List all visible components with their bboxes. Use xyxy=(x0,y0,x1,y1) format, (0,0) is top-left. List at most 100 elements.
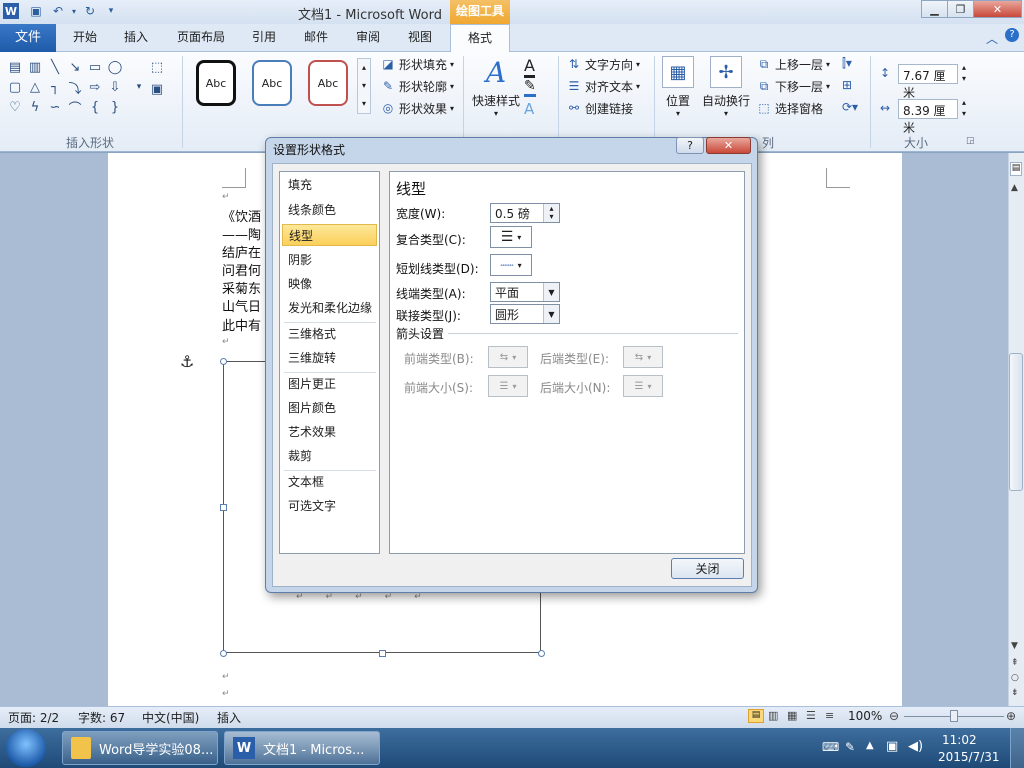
input-method-icon[interactable]: ✎ xyxy=(845,740,855,754)
line-width-spinner[interactable]: 0.5 磅 ▴ ▾ xyxy=(490,203,560,223)
shape-effects-button[interactable]: ◎ 形状效果 ▾ xyxy=(380,98,454,118)
tab-file[interactable]: 文件 xyxy=(0,24,56,52)
scroll-thumb[interactable] xyxy=(1009,353,1023,491)
curve-shape-icon[interactable]: ∽ xyxy=(46,98,64,116)
word-count[interactable]: 字数: 67 xyxy=(78,709,125,726)
resize-handle-bottom-left[interactable] xyxy=(220,650,227,657)
doc-line[interactable]: ——陶 xyxy=(222,224,261,243)
wrap-text-button[interactable]: ✢ 自动换行 ▾ xyxy=(700,56,752,118)
tab-references[interactable]: 引用 xyxy=(244,24,284,52)
elbow-arrow-shape-icon[interactable]: ⤵ xyxy=(66,78,84,97)
collapse-ribbon-icon[interactable]: ︿ xyxy=(986,30,998,47)
category-picture-corrections[interactable]: 图片更正 xyxy=(282,373,377,395)
clock-time[interactable]: 11:02 xyxy=(942,733,977,747)
resize-handle-bottom-right[interactable] xyxy=(538,650,545,657)
shapes-gallery[interactable]: ▤ ▥ ╲ ↘ ▭ ◯ ▢ △ ┐ ⤵ ⇨ ⇩ ♡ ϟ ∽ ⌒ { } ▾ ⬚ … xyxy=(6,58,176,118)
quick-styles-button[interactable]: A 快速样式 ▾ xyxy=(468,56,524,118)
category-artistic-effects[interactable]: 艺术效果 xyxy=(282,421,377,443)
scroll-down-icon[interactable]: ▼ xyxy=(1011,641,1018,651)
elbow-connector-shape-icon[interactable]: ┐ xyxy=(46,78,64,96)
show-hidden-icons-icon[interactable]: ▲ xyxy=(866,740,874,751)
browse-object-icon[interactable]: ○ xyxy=(1011,673,1019,683)
close-window-button[interactable]: ✕ xyxy=(973,0,1022,18)
zoom-slider-thumb[interactable] xyxy=(950,710,958,722)
zoom-out-icon[interactable]: ⊖ xyxy=(889,709,899,723)
height-spinner[interactable]: ▴ ▾ xyxy=(962,62,966,84)
keyboard-icon[interactable]: ⌨ xyxy=(822,740,839,754)
tab-review[interactable]: 审阅 xyxy=(348,24,388,52)
shape-style-red[interactable]: Abc xyxy=(308,60,348,106)
style-gallery-scroll[interactable]: ▴ ▾ ▾ xyxy=(357,58,371,114)
rectangle-shape-icon[interactable]: ▭ xyxy=(86,58,104,76)
network-icon[interactable]: ▣ xyxy=(886,739,898,754)
group-icon[interactable]: ⊞ xyxy=(842,78,852,92)
next-page-icon[interactable]: ⇟ xyxy=(1011,688,1019,698)
arc-shape-icon[interactable]: ⌒ xyxy=(66,98,84,117)
lightning-shape-icon[interactable]: ϟ xyxy=(26,98,44,116)
right-arrow-shape-icon[interactable]: ⇨ xyxy=(86,78,104,96)
rotate-icon[interactable]: ⟳▾ xyxy=(842,100,858,114)
category-glow-soft-edges[interactable]: 发光和柔化边缘 xyxy=(282,297,377,319)
full-screen-view-icon[interactable]: ▥ xyxy=(768,709,778,722)
line-shape-icon[interactable]: ╲ xyxy=(46,58,64,76)
text-outline-icon[interactable]: ✎ xyxy=(524,78,536,97)
show-desktop-button[interactable] xyxy=(1010,728,1024,768)
category-shadow[interactable]: 阴影 xyxy=(282,249,377,271)
dialog-close-button[interactable]: 关闭 xyxy=(671,558,744,579)
page-count[interactable]: 页面: 2/2 xyxy=(8,709,59,726)
create-link-button[interactable]: ⚯ 创建链接 xyxy=(566,98,633,118)
end-type-dropdown[interactable]: ⇆ ▾ xyxy=(623,346,663,368)
scroll-up-icon[interactable]: ▲ xyxy=(1011,183,1018,193)
doc-line[interactable]: 结庐在 xyxy=(222,242,261,261)
arrow-line-shape-icon[interactable]: ↘ xyxy=(66,58,84,76)
category-crop[interactable]: 裁剪 xyxy=(282,445,377,467)
begin-size-dropdown[interactable]: ☰ ▾ xyxy=(488,375,528,397)
tab-insert[interactable]: 插入 xyxy=(114,24,158,52)
triangle-shape-icon[interactable]: △ xyxy=(26,78,44,96)
width-spin-arrows-icon[interactable]: ▴ ▾ xyxy=(543,204,559,222)
help-icon[interactable]: ? xyxy=(1005,28,1019,42)
category-3d-rotation[interactable]: 三维旋转 xyxy=(282,347,377,369)
gallery-more-icon[interactable]: ▾ xyxy=(130,78,148,96)
edit-shape-icon[interactable]: ⬚ xyxy=(148,58,166,76)
heart-shape-icon[interactable]: ♡ xyxy=(6,98,24,116)
web-layout-view-icon[interactable]: ▦ xyxy=(787,709,797,722)
dialog-close-icon[interactable]: ✕ xyxy=(706,137,751,154)
outline-view-icon[interactable]: ☰ xyxy=(806,709,816,722)
language-indicator[interactable]: 中文(中国) xyxy=(142,709,199,726)
doc-line[interactable]: 此中有 xyxy=(222,315,261,334)
tab-view[interactable]: 视图 xyxy=(400,24,440,52)
previous-page-icon[interactable]: ⇞ xyxy=(1011,658,1019,668)
join-type-dropdown[interactable]: 圆形 ▼ xyxy=(490,304,560,324)
dialog-help-button[interactable]: ? xyxy=(676,137,704,154)
doc-line[interactable]: 《饮酒 xyxy=(222,206,261,225)
doc-line[interactable]: 采菊东 xyxy=(222,278,261,297)
shape-outline-button[interactable]: ✎ 形状轮廓 ▾ xyxy=(380,76,454,96)
minimize-button[interactable]: ▁ xyxy=(921,0,948,18)
align-icon[interactable]: ⫿▾ xyxy=(842,56,852,71)
oval-shape-icon[interactable]: ◯ xyxy=(106,58,124,76)
shape-fill-button[interactable]: ◪ 形状填充 ▾ xyxy=(380,54,454,74)
clock-date[interactable]: 2015/7/31 xyxy=(938,750,1000,764)
right-brace-shape-icon[interactable]: } xyxy=(106,98,124,116)
tab-format[interactable]: 格式 xyxy=(450,24,510,53)
textbox-shape-icon[interactable]: ▤ xyxy=(6,58,24,76)
width-spinner[interactable]: ▴ ▾ xyxy=(962,97,966,119)
doc-line[interactable]: 山气日 xyxy=(222,296,261,315)
text-effects-icon[interactable]: A xyxy=(524,100,534,118)
text-fill-icon[interactable]: A xyxy=(524,56,535,78)
taskbar-item-word[interactable]: W 文档1 - Micros... xyxy=(224,731,380,765)
category-3d-format[interactable]: 三维格式 xyxy=(282,323,377,345)
shape-style-black[interactable]: Abc xyxy=(196,60,236,106)
resize-handle-top-left[interactable] xyxy=(220,358,227,365)
taskbar-item-folder[interactable]: Word导学实验08... xyxy=(62,731,218,765)
category-fill[interactable]: 填充 xyxy=(282,174,377,196)
tab-mailings[interactable]: 邮件 xyxy=(296,24,336,52)
shape-style-blue[interactable]: Abc xyxy=(252,60,292,106)
zoom-in-icon[interactable]: ⊕ xyxy=(1006,709,1016,723)
category-line-style[interactable]: 线型 xyxy=(282,224,377,246)
begin-type-dropdown[interactable]: ⇆ ▾ xyxy=(488,346,528,368)
print-layout-view-icon[interactable]: ▤ xyxy=(748,709,764,723)
category-alt-text[interactable]: 可选文字 xyxy=(282,495,377,517)
start-button[interactable] xyxy=(6,729,46,767)
